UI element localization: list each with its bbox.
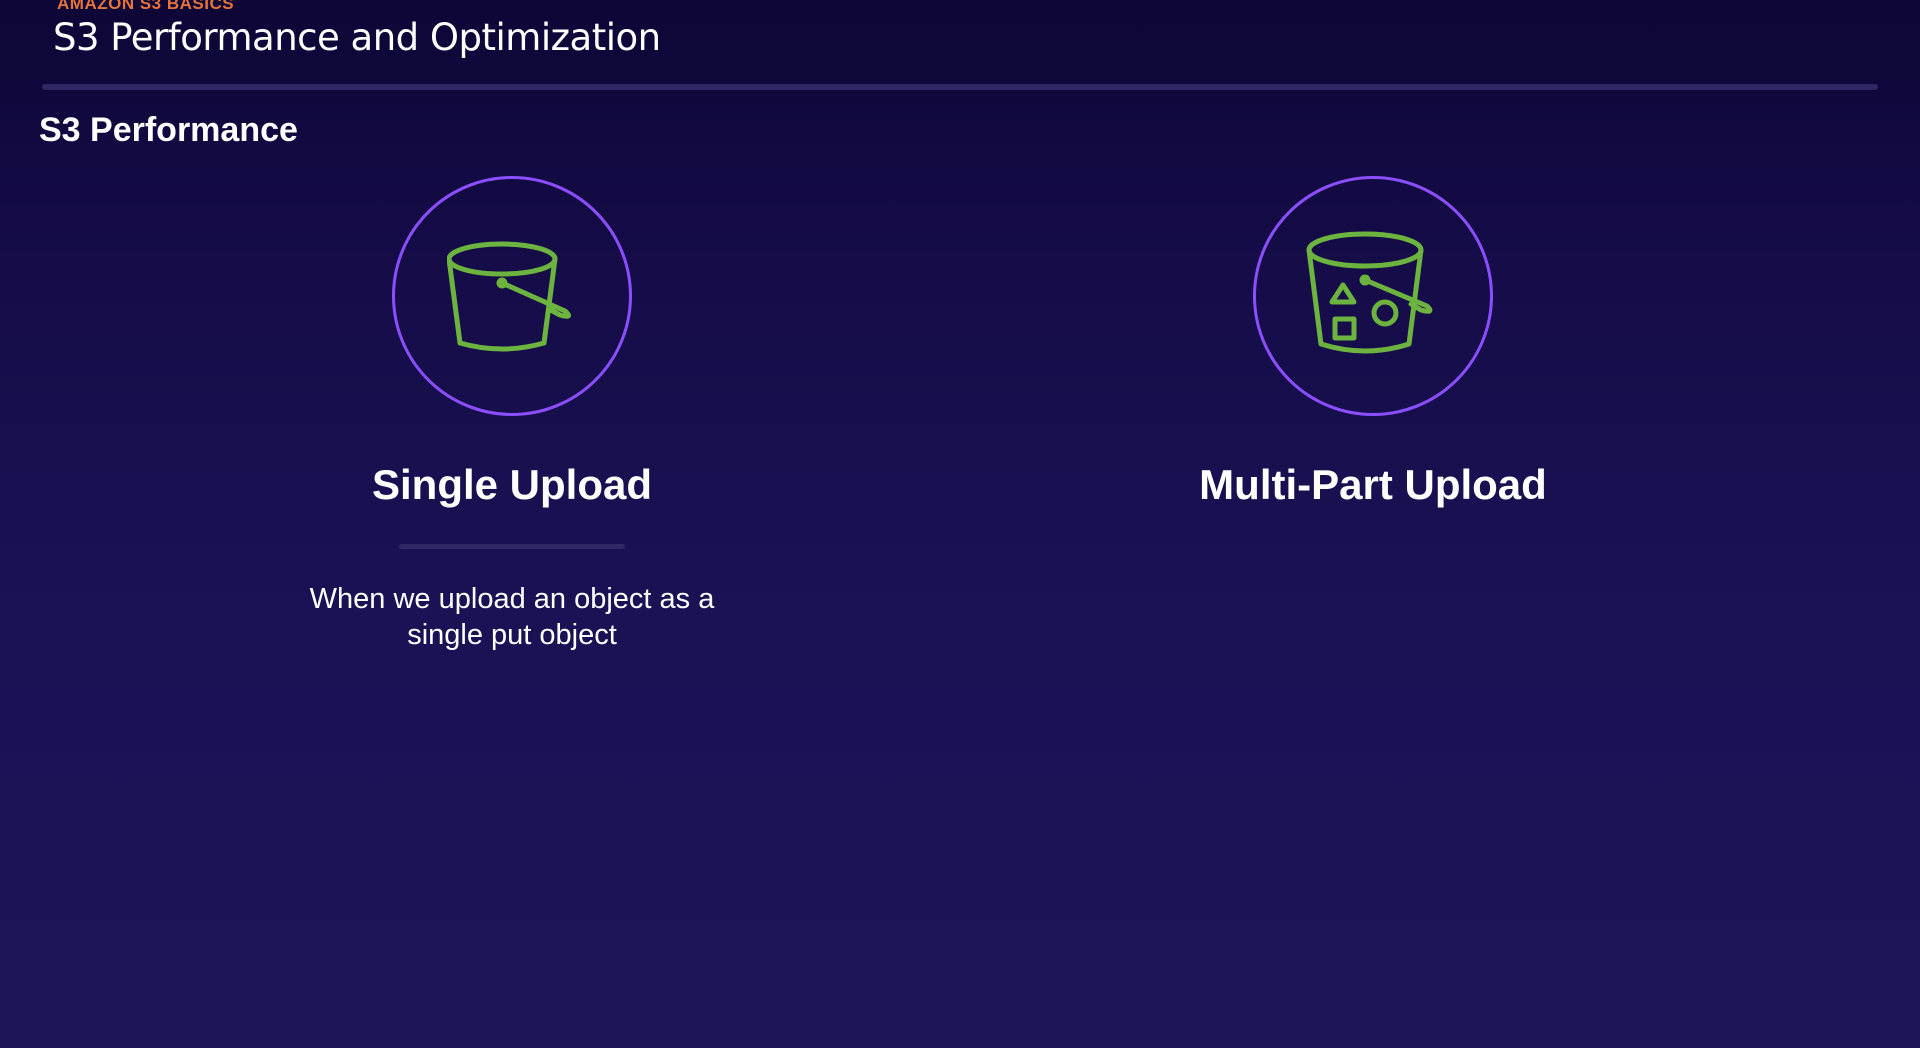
multi-part-upload-card: Multi-Part Upload — [1113, 176, 1633, 510]
single-upload-divider — [399, 544, 625, 549]
s3-bucket-with-objects-icon — [1305, 228, 1441, 364]
single-upload-description: When we upload an object as a single put… — [309, 583, 715, 651]
multi-part-upload-title: Multi-Part Upload — [1199, 461, 1547, 508]
s3-bucket-icon — [447, 231, 577, 361]
slide-title: S3 Performance and Optimization — [53, 16, 661, 59]
title-divider — [42, 84, 1878, 90]
single-upload-icon-ring — [392, 176, 632, 416]
course-label: AMAZON S3 BASICS — [57, 0, 235, 13]
single-upload-title: Single Upload — [371, 461, 652, 508]
multi-part-upload-icon-ring — [1253, 176, 1493, 416]
section-heading: S3 Performance — [39, 111, 298, 149]
single-upload-card: Single Upload When we upload an object a… — [252, 176, 772, 653]
